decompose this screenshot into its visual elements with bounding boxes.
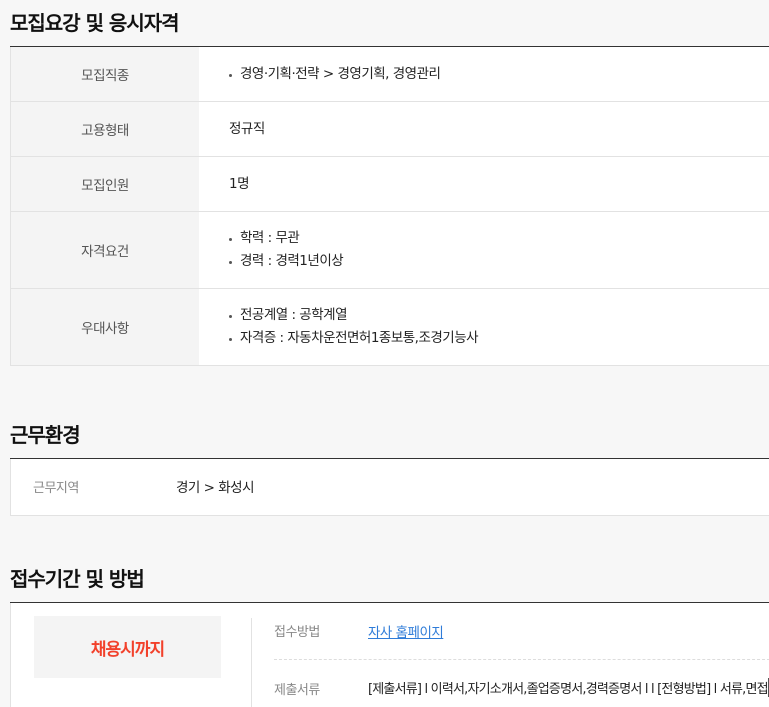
list-item: 전공계열 : 공학계열: [229, 304, 769, 327]
row-label: 고용형태: [11, 102, 199, 156]
table-row: 모집직종 경영·기획·전략 > 경영기획, 경영관리: [11, 47, 769, 102]
row-value: 1명: [199, 157, 769, 211]
row-label: 모집인원: [11, 157, 199, 211]
docs-value: [제출서류] l 이력서,자기소개서,졸업증명서,경력증명서 l l [전형방법…: [368, 682, 769, 697]
vertical-divider: [251, 618, 252, 707]
list-item: 자격증 : 자동차운전면허1종보통,조경기능사: [229, 327, 769, 350]
section-title-recruit: 모집요강 및 응시자격: [10, 11, 180, 35]
list-item: 경영·기획·전략 > 경영기획, 경영관리: [229, 63, 769, 86]
apply-box: 채용시까지 접수방법 자사 홈페이지 제출서류 [제출서류] l 이력서,자기소…: [10, 603, 769, 707]
list-item: 경력 : 경력1년이상: [229, 250, 769, 273]
list-item: 학력 : 무관: [229, 227, 769, 250]
deadline-badge: 채용시까지: [34, 616, 221, 678]
row-value-text: 정규직: [229, 120, 265, 137]
table-row: 자격요건 학력 : 무관 경력 : 경력1년이상: [11, 212, 769, 289]
dashed-divider: [274, 659, 769, 660]
row-label: 자격요건: [11, 212, 199, 288]
row-value: 전공계열 : 공학계열 자격증 : 자동차운전면허1종보통,조경기능사: [199, 289, 769, 365]
docs-label: 제출서류: [274, 683, 320, 698]
row-value: 경영·기획·전략 > 경영기획, 경영관리: [199, 47, 769, 101]
work-location-value: 경기 > 화성시: [176, 480, 255, 496]
section-title-environment: 근무환경: [10, 423, 81, 447]
table-row: 고용형태 정규직: [11, 102, 769, 157]
homepage-link[interactable]: 자사 홈페이지: [368, 621, 444, 641]
row-label: 모집직종: [11, 47, 199, 101]
section-title-apply: 접수기간 및 방법: [10, 567, 145, 591]
method-label: 접수방법: [274, 625, 320, 640]
row-value: 정규직: [199, 102, 769, 156]
row-label: 우대사항: [11, 289, 199, 365]
row-value: 학력 : 무관 경력 : 경력1년이상: [199, 212, 769, 288]
table-row: 우대사항 전공계열 : 공학계열 자격증 : 자동차운전면허1종보통,조경기능사: [11, 289, 769, 365]
table-row: 모집인원 1명: [11, 157, 769, 212]
environment-box: 근무지역 경기 > 화성시: [10, 459, 769, 516]
row-value-text: 1명: [229, 175, 250, 192]
work-location-label: 근무지역: [33, 481, 79, 496]
recruit-table: 모집직종 경영·기획·전략 > 경영기획, 경영관리 고용형태 정규직 모집인원…: [10, 47, 769, 366]
